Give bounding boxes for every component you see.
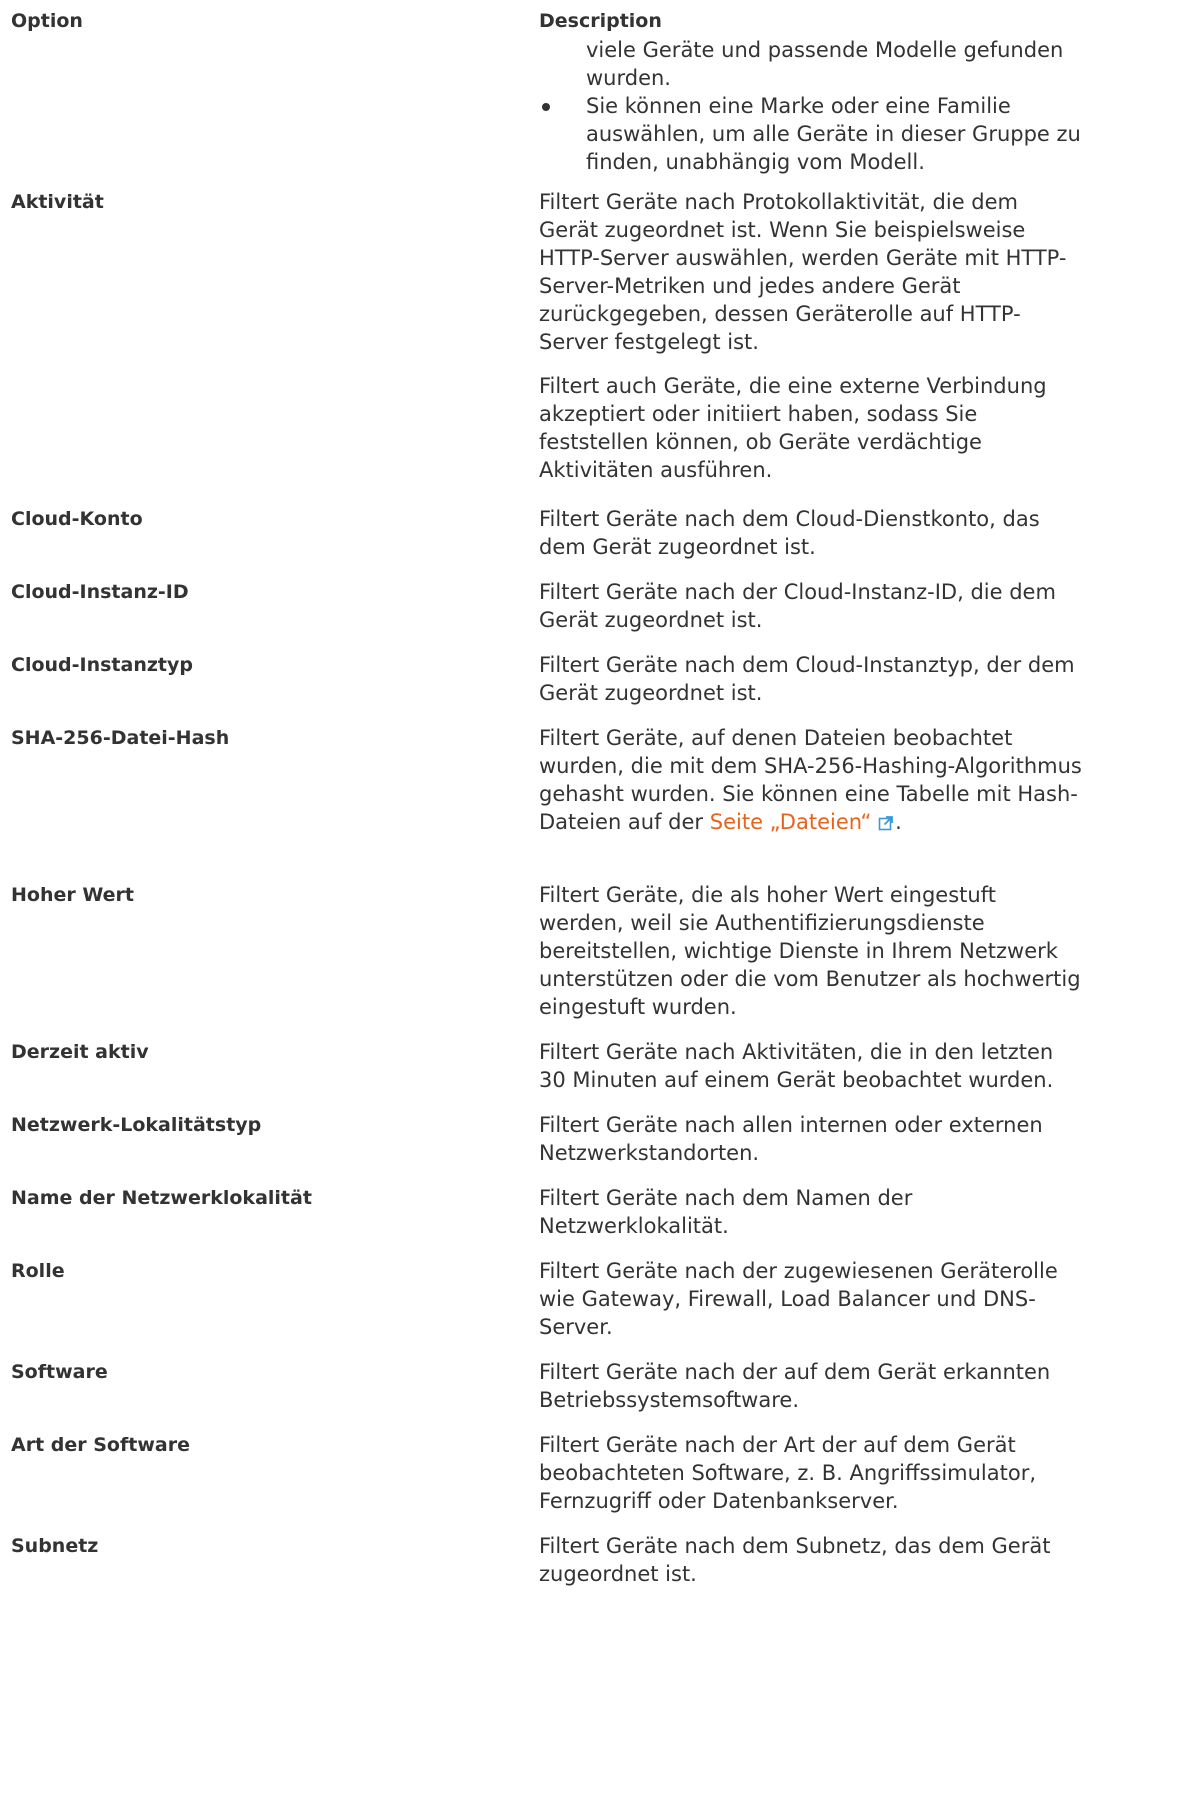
description-text: Filtert auch Geräte, die eine externe Ve… [539,374,1047,482]
column-header-description: Description [539,10,662,32]
option-name: Hoher Wert [11,884,134,906]
option-name: Derzeit aktiv [11,1041,149,1063]
description-text: Filtert Geräte nach dem Cloud-Dienstkont… [539,507,1040,559]
bullet-icon [542,103,550,111]
table-row: Software Filtert Geräte nach der auf dem… [11,1358,1191,1431]
description-text: Filtert Geräte nach dem Cloud-Instanztyp… [539,653,1075,705]
table-row: Netzwerk-Lokalitätstyp Filtert Geräte na… [11,1111,1191,1184]
description-cell: Filtert Geräte nach Protokollaktivität, … [539,188,1083,484]
description-text: Filtert Geräte, die als hoher Wert einge… [539,883,1081,1019]
description-text: Filtert Geräte nach dem Subnetz, das dem… [539,1534,1051,1586]
option-name: SHA-256-Datei-Hash [11,727,230,749]
table-row: Hoher Wert Filtert Geräte, die als hoher… [11,881,1191,1038]
table-row: Derzeit aktiv Filtert Geräte nach Aktivi… [11,1038,1191,1111]
description-text: Filtert Geräte nach der auf dem Gerät er… [539,1360,1051,1412]
table-row: Cloud-Instanz-ID Filtert Geräte nach der… [11,578,1191,651]
option-name: Netzwerk-Lokalitätstyp [11,1114,262,1136]
option-name: Name der Netzwerklokalität [11,1187,312,1209]
table-row: Rolle Filtert Geräte nach der zugewiesen… [11,1257,1191,1358]
table-row: Aktivität Filtert Geräte nach Protokolla… [11,188,1191,505]
table-row: Subnetz Filtert Geräte nach dem Subnetz,… [11,1532,1191,1602]
description-cell: Filtert Geräte, auf denen Dateien beobac… [539,724,1083,836]
column-header-option: Option [11,10,83,32]
bullet-list: viele Geräte und passende Modelle gefund… [539,36,1083,176]
description-text: Filtert Geräte nach dem Namen der Netzwe… [539,1186,913,1238]
option-name: Rolle [11,1260,65,1282]
option-name: Subnetz [11,1535,99,1557]
description-text: Filtert Geräte nach allen internen oder … [539,1113,1043,1165]
option-name: Cloud-Instanztyp [11,654,193,676]
list-item: Sie können eine Marke oder eine Familie … [539,92,1083,176]
description-text: Filtert Geräte nach Protokollaktivität, … [539,190,1067,354]
external-link-icon[interactable] [878,815,894,831]
option-name: Software [11,1361,108,1383]
table-row: Art der Software Filtert Geräte nach der… [11,1431,1191,1532]
option-name: Aktivität [11,191,104,213]
option-name: Art der Software [11,1434,190,1456]
description-text: Filtert Geräte nach der Cloud-Instanz-ID… [539,580,1056,632]
option-name: Cloud-Instanz-ID [11,581,189,603]
description-text: Filtert Geräte nach der Art der auf dem … [539,1433,1037,1513]
description-cell: viele Geräte und passende Modelle gefund… [539,36,1083,176]
description-text-end: . [895,810,902,834]
option-name: Cloud-Konto [11,508,143,530]
table-row: SHA-256-Datei-Hash Filtert Geräte, auf d… [11,724,1191,881]
table-row: Name der Netzwerklokalität Filtert Gerät… [11,1184,1191,1257]
table-row: viele Geräte und passende Modelle gefund… [11,36,1191,188]
description-text: Filtert Geräte nach der zugewiesenen Ger… [539,1259,1058,1339]
files-page-link[interactable]: Seite „Dateien“ [710,810,872,834]
table-row: Cloud-Konto Filtert Geräte nach dem Clou… [11,505,1191,578]
table-row: Cloud-Instanztyp Filtert Geräte nach dem… [11,651,1191,724]
list-item-text: Sie können eine Marke oder eine Familie … [586,94,1081,174]
description-text: Filtert Geräte nach Aktivitäten, die in … [539,1040,1054,1092]
options-table: Option Description viele Geräte und pass… [11,0,1191,1602]
list-item: viele Geräte und passende Modelle gefund… [586,38,1064,90]
